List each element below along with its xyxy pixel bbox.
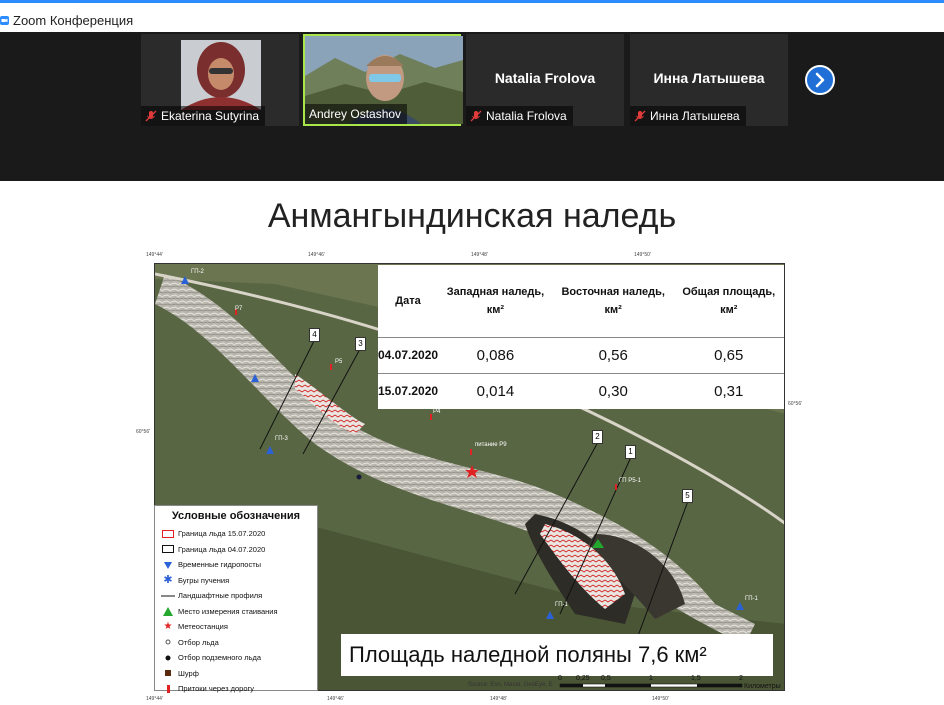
- legend-item: Граница льда 15.07.2020: [155, 526, 317, 542]
- table-cell: 0,31: [673, 372, 784, 409]
- map-source-credit: Source: Esri, Maxar, GeoEye, E: [468, 682, 553, 688]
- window-titlebar: Zoom Конференция: [0, 0, 944, 32]
- black-dot-icon: [158, 655, 178, 661]
- small-circle-icon: [158, 639, 178, 645]
- table-header: Общая площадь, км²: [682, 285, 776, 316]
- profile-label: 1: [625, 445, 636, 459]
- legend-item: Граница льда 04.07.2020: [155, 542, 317, 558]
- legend-item: Шурф: [155, 666, 317, 682]
- mic-muted-icon: [145, 110, 157, 122]
- map-label: ГП-3: [275, 436, 288, 442]
- chevron-right-icon: [815, 72, 825, 88]
- map-label: Р7: [235, 306, 243, 312]
- participant-gallery: Ekaterina Sutyrina Andrey Ostashov Natal…: [0, 32, 944, 181]
- profile-label: 4: [309, 328, 320, 342]
- red-rect-icon: [158, 529, 178, 538]
- scale-tick: 0: [558, 675, 562, 682]
- legend-item: Притоки через дорогу: [155, 681, 317, 697]
- legend-item: Отбор льда: [155, 635, 317, 651]
- scale-tick: 1: [649, 675, 653, 682]
- map-coordinate: 149°44': [146, 696, 163, 702]
- participant-tile[interactable]: Natalia Frolova Natalia Frolova: [466, 34, 624, 126]
- table-cell: 15.07.2020: [378, 372, 439, 409]
- table-row: 04.07.2020 0,086 0,56 0,65: [378, 336, 784, 373]
- table-cell: 04.07.2020: [378, 336, 439, 373]
- zoom-logo-icon: [0, 16, 9, 25]
- table-header: Восточная наледь, км²: [561, 285, 665, 316]
- participant-name-tag: Natalia Frolova: [466, 106, 573, 126]
- profile-label: 5: [682, 489, 693, 503]
- participant-tile[interactable]: Инна Латышева Инна Латышева: [630, 34, 788, 126]
- shared-screen: Анмангындинская наледь 149°44' 149°46' 1…: [0, 181, 944, 705]
- map-label: Р5: [335, 359, 343, 365]
- table-cell: 0,30: [552, 372, 674, 409]
- scale-tick: 0,25: [576, 675, 590, 682]
- map-label: ГП-1: [555, 602, 568, 608]
- red-star-icon: ★: [163, 620, 173, 632]
- participant-tile-active[interactable]: Andrey Ostashov: [303, 34, 463, 126]
- slide-title: Анмангындинская наледь: [267, 197, 677, 235]
- map-coordinate: 149°46': [308, 252, 325, 258]
- map-label: питание Р9: [475, 442, 507, 448]
- mic-muted-icon: [634, 110, 646, 122]
- legend-item: Отбор подземного льда: [155, 650, 317, 666]
- table-header: Западная наледь, км²: [446, 285, 545, 316]
- legend-item: ★ Метеостанция: [155, 619, 317, 635]
- window-title: Zoom Конференция: [13, 13, 134, 28]
- scale-tick: 0,5: [601, 675, 611, 682]
- map-label: Р4: [433, 409, 441, 415]
- green-triangle-icon: [158, 606, 178, 616]
- scale-tick: 1,5: [691, 675, 701, 682]
- scale-unit: Километры: [744, 683, 781, 690]
- legend-item: Временные гидропосты: [155, 557, 317, 573]
- participant-display-name: Инна Латышева: [653, 70, 765, 86]
- map-label: ГП-1: [745, 596, 758, 602]
- scale-tick: 2: [739, 675, 743, 682]
- mic-muted-icon: [470, 110, 482, 122]
- map-coordinate: 149°50': [634, 252, 651, 258]
- participant-display-name: Natalia Frolova: [494, 70, 596, 86]
- area-caption: Площадь наледной поляны 7,6 км²: [341, 634, 773, 676]
- map-coordinate: 149°48': [490, 696, 507, 702]
- table-cell: 0,014: [438, 372, 553, 409]
- next-page-button[interactable]: [805, 65, 835, 95]
- ice-area-table: Дата Западная наледь, км² Восточная нале…: [378, 265, 784, 409]
- participant-name-tag: Andrey Ostashov: [305, 104, 408, 124]
- map-coordinate: 149°46': [327, 696, 344, 702]
- map-label: ГП Р5-1: [619, 478, 641, 484]
- map-coordinate: 60°56': [788, 401, 803, 407]
- blue-triangle-icon: [158, 561, 178, 569]
- map-coordinate: 149°48': [471, 252, 488, 258]
- profile-label: 2: [592, 430, 603, 444]
- map-label: ГП-2: [191, 269, 204, 275]
- legend-item: Ландшафтные профиля: [155, 588, 317, 604]
- legend-item: Место измерения стаивания: [155, 604, 317, 620]
- table-row: 15.07.2020 0,014 0,30 0,31: [378, 372, 784, 409]
- participant-tile[interactable]: Ekaterina Sutyrina: [141, 34, 299, 126]
- map-legend: Условные обозначения Граница льда 15.07.…: [154, 505, 318, 693]
- brown-square-icon: [158, 670, 178, 677]
- black-rect-icon: [158, 545, 178, 554]
- participant-name-tag: Инна Латышева: [630, 106, 746, 126]
- table-cell: 0,086: [438, 336, 553, 373]
- map-scale-bar: 0 0,25 0,5 1 1,5 2 Километры: [556, 675, 786, 693]
- map-coordinate: 60°56': [136, 429, 151, 435]
- table-header-row: Дата Западная наледь, км² Восточная нале…: [378, 265, 784, 337]
- profile-label: 3: [355, 337, 366, 351]
- red-bar-icon: [158, 684, 178, 693]
- table-header: Дата: [395, 294, 421, 307]
- legend-item: ✱ Бугры пучения: [155, 573, 317, 589]
- participant-name-tag: Ekaterina Sutyrina: [141, 106, 266, 126]
- line-icon: [158, 594, 178, 598]
- table-cell: 0,65: [673, 336, 784, 373]
- map-coordinate: 149°50': [652, 696, 669, 702]
- legend-title: Условные обозначения: [171, 510, 301, 522]
- table-cell: 0,56: [552, 336, 674, 373]
- blue-asterisk-icon: ✱: [163, 574, 173, 587]
- map-coordinate: 149°44': [146, 252, 163, 258]
